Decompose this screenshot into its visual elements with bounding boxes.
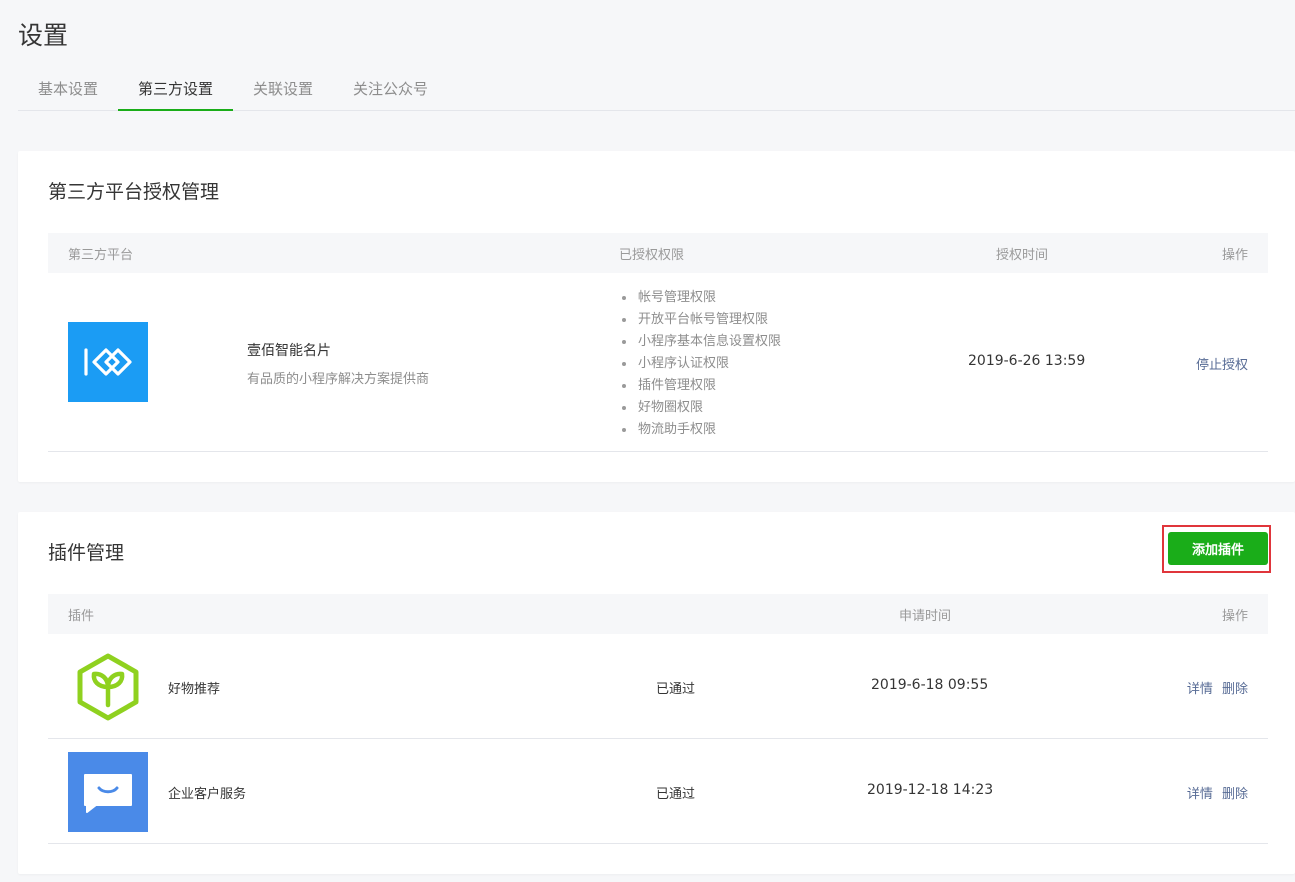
tab-basic-settings[interactable]: 基本设置 [18, 68, 118, 111]
column-header-auth-time: 授权时间 [996, 248, 1049, 263]
column-header-permissions: 已授权权限 [619, 248, 685, 263]
plugin-status: 已通过 [656, 787, 696, 802]
permission-item: 好物圈权限 [620, 397, 781, 419]
plugin-name: 好物推荐 [168, 682, 221, 697]
plugin-management-card: 插件管理 添加插件 插件 申请时间 操作 好物推荐 已通过 2019-6-18 … [18, 512, 1295, 874]
column-header-action: 操作 [1221, 609, 1248, 624]
column-header-platform: 第三方平台 [68, 248, 134, 263]
tab-bar: 基本设置 第三方设置 关联设置 关注公众号 [18, 68, 1295, 111]
platform-name: 壹佰智能名片 [247, 343, 331, 359]
plugin-actions: 详情 删除 [1187, 783, 1248, 802]
plugin-apply-time: 2019-6-18 09:55 [871, 677, 989, 693]
column-header-action: 操作 [1221, 248, 1248, 263]
table-row: 好物推荐 已通过 2019-6-18 09:55 详情 删除 [48, 634, 1268, 739]
column-header-plugin: 插件 [68, 609, 95, 624]
permission-item: 小程序基本信息设置权限 [620, 331, 781, 353]
permission-item: 帐号管理权限 [620, 287, 781, 309]
add-plugin-highlight: 添加插件 [1162, 525, 1271, 573]
plugin-detail-link[interactable]: 详情 [1187, 682, 1213, 697]
tab-third-party-settings[interactable]: 第三方设置 [118, 68, 234, 111]
platform-description: 有品质的小程序解决方案提供商 [247, 372, 430, 387]
auth-table-header: 第三方平台 已授权权限 授权时间 操作 [48, 233, 1268, 273]
add-plugin-button[interactable]: 添加插件 [1168, 532, 1268, 565]
sprout-hexagon-icon [68, 647, 148, 727]
table-row: 壹佰智能名片 有品质的小程序解决方案提供商 帐号管理权限 开放平台帐号管理权限 … [48, 273, 1268, 452]
plugin-section-title: 插件管理 [48, 542, 125, 564]
plugin-delete-link[interactable]: 删除 [1222, 787, 1248, 802]
permission-item: 开放平台帐号管理权限 [620, 309, 781, 331]
plugin-apply-time: 2019-12-18 14:23 [867, 782, 994, 798]
stop-authorization-link[interactable]: 停止授权 [1196, 354, 1248, 373]
permission-item: 插件管理权限 [620, 375, 781, 397]
plugin-name: 企业客户服务 [168, 787, 247, 802]
chat-bubble-icon [68, 752, 148, 832]
plugin-table-header: 插件 申请时间 操作 [48, 594, 1268, 634]
permission-list: 帐号管理权限 开放平台帐号管理权限 小程序基本信息设置权限 小程序认证权限 插件… [620, 287, 781, 441]
plugin-delete-link[interactable]: 删除 [1222, 682, 1248, 697]
table-row: 企业客户服务 已通过 2019-12-18 14:23 详情 删除 [48, 739, 1268, 844]
tab-follow-official-account[interactable]: 关注公众号 [333, 68, 448, 111]
infinity-logo-icon [68, 322, 148, 402]
permission-item: 小程序认证权限 [620, 353, 781, 375]
auth-management-card: 第三方平台授权管理 第三方平台 已授权权限 授权时间 操作 壹佰智能名片 有品质… [18, 151, 1295, 482]
auth-section-title: 第三方平台授权管理 [48, 181, 220, 203]
plugin-actions: 详情 删除 [1187, 678, 1248, 697]
auth-time: 2019-6-26 13:59 [968, 353, 1086, 369]
permission-item: 物流助手权限 [620, 419, 781, 441]
tab-linked-settings[interactable]: 关联设置 [233, 68, 333, 111]
column-header-apply-time: 申请时间 [899, 609, 952, 624]
plugin-status: 已通过 [656, 682, 696, 697]
plugin-detail-link[interactable]: 详情 [1187, 787, 1213, 802]
page-title: 设置 [18, 21, 69, 50]
